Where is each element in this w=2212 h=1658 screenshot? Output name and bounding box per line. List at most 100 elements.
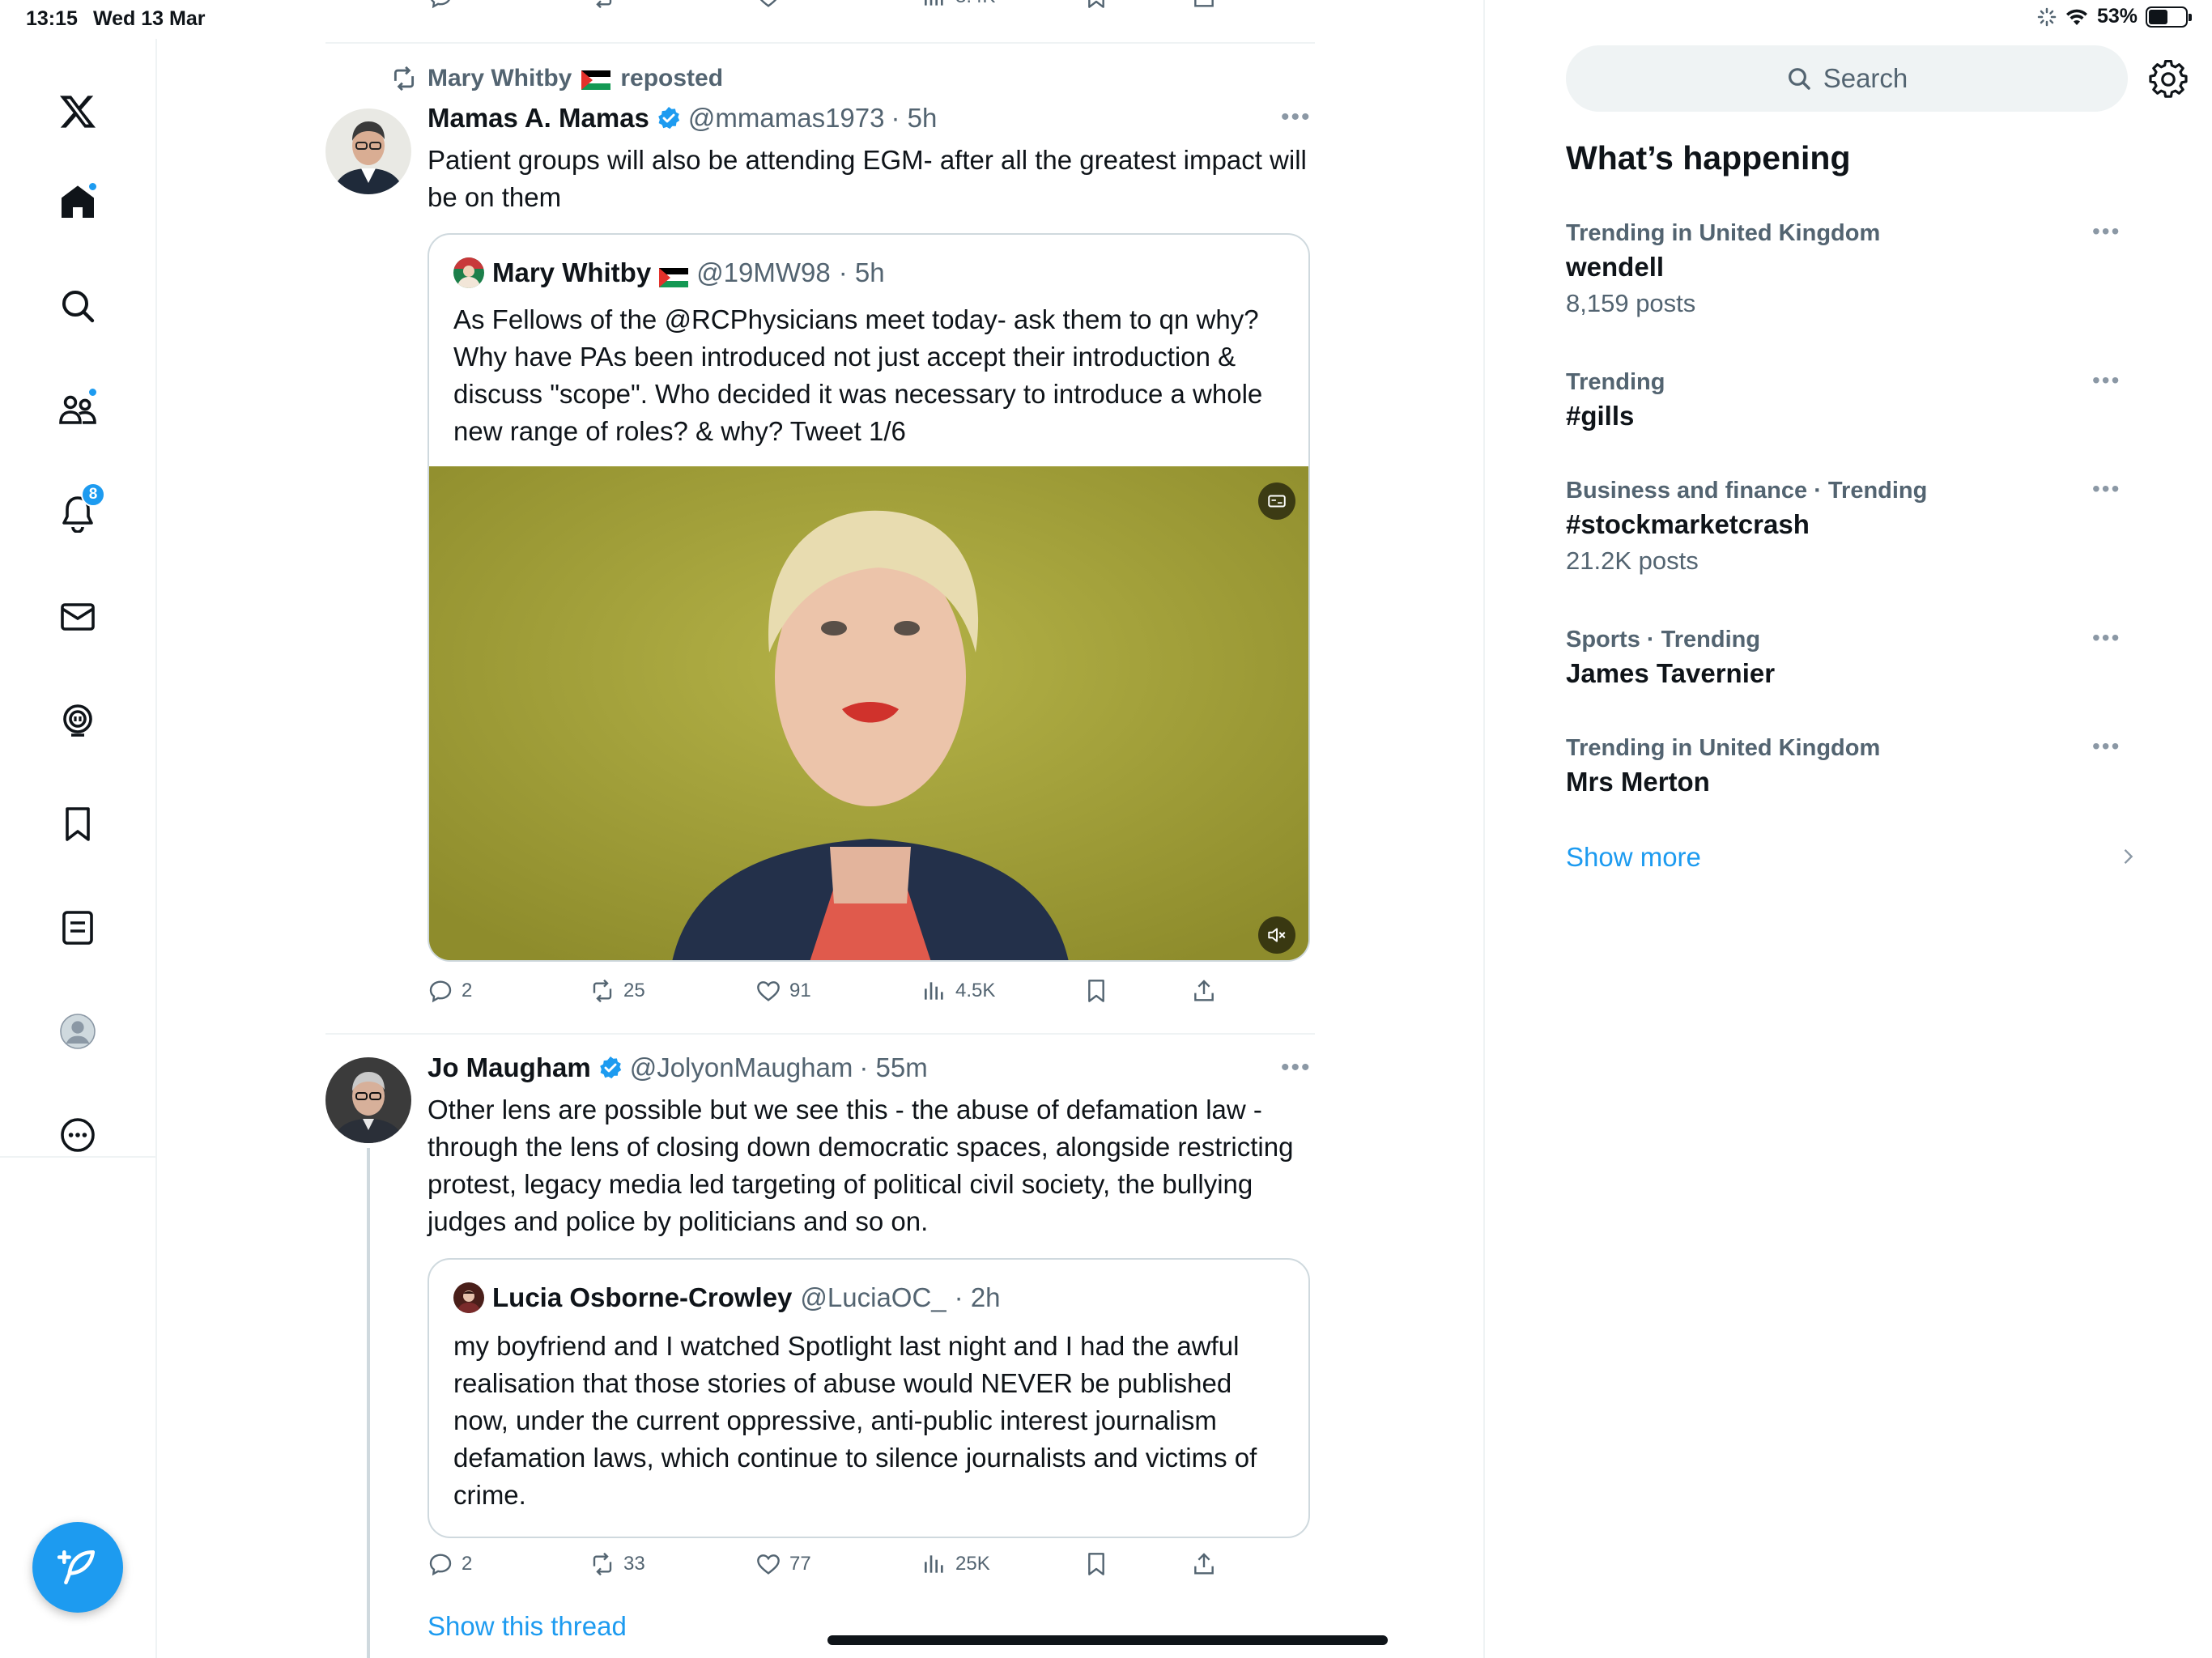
x-logo-icon[interactable]	[45, 79, 110, 144]
repost-button[interactable]: 25	[589, 978, 645, 1004]
quoted-tweet[interactable]: Mary Whitby @19MW98 · 5h As Fellows of t…	[428, 233, 1310, 962]
compose-button[interactable]	[32, 1522, 123, 1613]
whats-happening-title: What’s happening	[1566, 139, 1851, 176]
reply-icon	[429, 980, 452, 1003]
quote-author-name: Mary Whitby	[492, 257, 652, 287]
explore-icon[interactable]	[45, 274, 110, 338]
thread-line	[367, 1148, 370, 1658]
bookmark-button[interactable]	[1083, 1551, 1109, 1577]
views-count: 25K	[955, 1553, 990, 1575]
prev-tweet-actions: 3.4K	[428, 0, 1310, 19]
share-icon	[1194, 980, 1214, 1001]
share-button[interactable]	[1191, 0, 1217, 10]
trend-item[interactable]: Sports · Trending James Tavernier	[1566, 627, 2149, 689]
compose-icon	[57, 1550, 96, 1585]
trend-more-button[interactable]: •••	[2092, 733, 2121, 759]
views-count: 3.4K	[955, 0, 995, 8]
author-name[interactable]: Mamas A. Mamas	[428, 103, 649, 134]
bell-icon[interactable]: 8	[45, 481, 110, 546]
reply-button[interactable]: 2	[428, 978, 472, 1004]
trend-item[interactable]: Trending in United Kingdom Mrs Merton	[1566, 735, 2149, 797]
quote-text: my boyfriend and I watched Spotlight las…	[453, 1331, 1257, 1510]
quote-author-handle: @LuciaOC_	[800, 1282, 946, 1312]
repost-context[interactable]: Mary Whitby reposted	[390, 65, 723, 92]
bookmark-icon[interactable]	[45, 792, 110, 857]
views-stat[interactable]: 3.4K	[921, 0, 995, 10]
tweet-time: · 5h	[891, 103, 938, 133]
avatar[interactable]	[325, 108, 411, 194]
trend-more-button[interactable]: •••	[2092, 368, 2121, 393]
bookmark-icon	[1088, 1553, 1104, 1575]
notifications-badge: 8	[81, 483, 105, 507]
tweet1-actions: 2 25 91 4.5K	[428, 978, 1310, 1014]
gear-icon[interactable]	[2149, 60, 2188, 99]
quote-time: · 2h	[954, 1282, 1001, 1312]
tweet-more-button[interactable]: •••	[1281, 104, 1312, 131]
repost-button[interactable]: 33	[589, 1551, 645, 1577]
mute-button[interactable]	[1258, 916, 1295, 954]
trend-item[interactable]: Trending #gills	[1566, 369, 2149, 432]
trend-more-button[interactable]: •••	[2092, 476, 2121, 502]
reply-button[interactable]: 2	[428, 1551, 472, 1577]
views-icon	[925, 0, 943, 6]
quote-time: · 5h	[838, 257, 885, 287]
repost-icon	[393, 66, 415, 91]
like-button[interactable]: 91	[755, 978, 811, 1004]
views-count: 4.5K	[955, 980, 996, 1001]
avatar[interactable]	[325, 1057, 411, 1143]
video-player[interactable]	[429, 466, 1308, 960]
tweet-more-button[interactable]: •••	[1281, 1054, 1312, 1082]
repost-button[interactable]	[589, 0, 615, 10]
tweet-text: Other lens are possible but we see this …	[428, 1095, 1294, 1236]
like-icon	[757, 981, 780, 1001]
alt-text-button[interactable]	[1258, 483, 1295, 520]
trend-item[interactable]: Business and finance · Trending #stockma…	[1566, 478, 2149, 576]
like-button[interactable]: 77	[755, 1551, 811, 1577]
author-handle[interactable]: @mmamas1973	[688, 103, 885, 134]
mail-icon[interactable]	[45, 585, 110, 649]
home-indicator[interactable]	[827, 1635, 1388, 1645]
trend-name: Mrs Merton	[1566, 767, 1710, 797]
repost-icon	[593, 1552, 612, 1576]
tweet-text: Patient groups will also be attending EG…	[428, 145, 1307, 212]
like-button[interactable]	[755, 0, 781, 10]
trend-more-button[interactable]: •••	[2092, 219, 2121, 244]
palestine-flag-icon	[659, 263, 689, 287]
show-more-link[interactable]: Show more	[1566, 842, 1701, 873]
views-stat[interactable]: 4.5K	[921, 978, 995, 1004]
like-icon	[757, 1554, 780, 1575]
more-icon[interactable]	[45, 1103, 110, 1167]
nav-divider	[0, 1156, 157, 1158]
captions-icon	[1268, 495, 1286, 508]
author-name[interactable]: Jo Maugham	[428, 1052, 591, 1083]
spaces-icon[interactable]	[45, 688, 110, 753]
communities-icon[interactable]	[45, 377, 110, 442]
quoted-tweet[interactable]: Lucia Osborne-Crowley @LuciaOC_ · 2h my …	[428, 1258, 1310, 1538]
search-input[interactable]: Search	[1566, 45, 2128, 112]
views-stat[interactable]: 25K	[921, 1551, 990, 1577]
trend-item[interactable]: Trending in United Kingdom wendell 8,159…	[1566, 220, 2149, 318]
tweet2-actions: 2 33 77 25K	[428, 1551, 1310, 1587]
show-thread-link[interactable]: Show this thread	[428, 1611, 627, 1642]
list-icon[interactable]	[45, 895, 110, 960]
home-icon[interactable]	[45, 170, 110, 235]
views-icon	[925, 982, 943, 1000]
bookmark-button[interactable]	[1083, 978, 1109, 1004]
trend-meta: Trending in United Kingdom	[1566, 735, 1881, 761]
profile-icon[interactable]	[45, 999, 110, 1064]
author-handle[interactable]: @JolyonMaugham	[630, 1052, 853, 1083]
chevron-right-icon	[2124, 849, 2133, 864]
trend-meta: Trending in United Kingdom	[1566, 220, 1881, 246]
trend-name: #stockmarketcrash	[1566, 509, 1810, 539]
search-placeholder: Search	[1823, 63, 1908, 93]
share-button[interactable]	[1191, 1551, 1217, 1577]
trend-more-button[interactable]: •••	[2092, 625, 2121, 651]
bookmark-button[interactable]	[1083, 0, 1109, 10]
tweet-divider	[325, 1033, 1315, 1035]
like-count: 91	[789, 980, 811, 1001]
quote-text: As Fellows of the @RCPhysicians meet tod…	[453, 304, 1263, 446]
trend-count: 21.2K posts	[1566, 546, 1699, 575]
reply-button[interactable]	[428, 0, 453, 10]
trend-meta: Sports · Trending	[1566, 627, 1761, 653]
share-button[interactable]	[1191, 978, 1217, 1004]
